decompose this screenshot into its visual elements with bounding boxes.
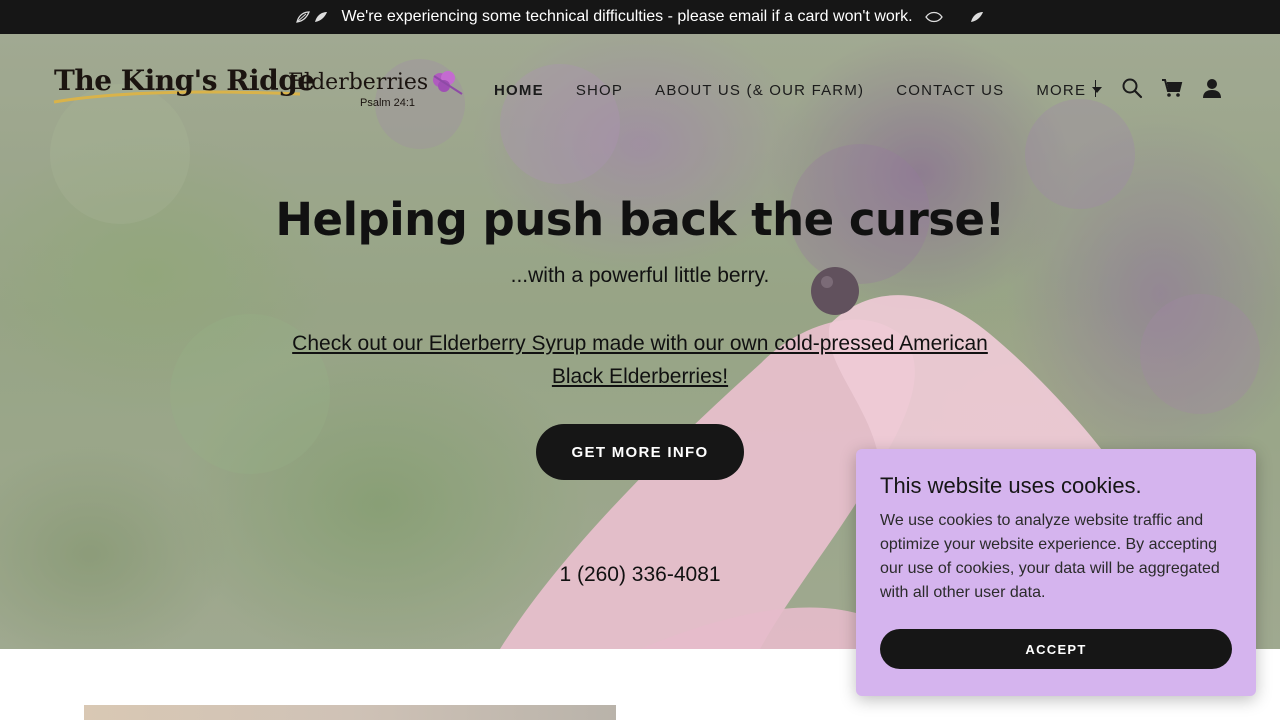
cookie-title: This website uses cookies.: [880, 473, 1142, 498]
announcement-bar: We're experiencing some technical diffic…: [0, 0, 1280, 34]
hero-subtitle: ...with a powerful little berry.: [510, 264, 770, 287]
nav-shop[interactable]: SHOP: [576, 82, 623, 99]
nav-home[interactable]: HOME: [494, 82, 544, 99]
account-icon[interactable]: [1201, 77, 1223, 99]
logo-verse: Psalm 24:1: [360, 97, 416, 109]
nav-more-label: MORE: [1036, 81, 1087, 99]
get-more-info-button[interactable]: GET MORE INFO: [536, 424, 744, 480]
nav-about[interactable]: ABOUT US (& OUR FARM): [655, 82, 864, 99]
caret-down-icon: [1092, 87, 1103, 93]
leaf-icon: [295, 10, 329, 24]
syrup-link[interactable]: Check out our Elderberry Syrup made with…: [270, 327, 1010, 393]
cookie-accept-button[interactable]: ACCEPT: [880, 629, 1232, 669]
section-image: [84, 705, 616, 720]
hero-title: Helping push back the curse!: [275, 193, 1005, 246]
nav-more[interactable]: MORE: [1036, 81, 1103, 99]
announcement-text: We're experiencing some technical diffic…: [341, 8, 913, 25]
search-icon[interactable]: [1121, 77, 1143, 99]
logo-sub-text: Elderberries: [288, 70, 429, 95]
main-nav: HOME SHOP ABOUT US (& OUR FARM) CONTACT …: [494, 80, 1134, 100]
berry-icon: [433, 71, 463, 95]
logo-main-text: The King's Ridge: [54, 64, 315, 97]
nav-contact[interactable]: CONTACT US: [896, 82, 1004, 99]
cookie-body: We use cookies to analyze website traffi…: [880, 512, 1220, 601]
site-logo[interactable]: The King's Ridge Elderberries Psalm 24:1: [52, 64, 468, 118]
leaf-icon: [969, 10, 985, 24]
nav-divider: [1095, 80, 1096, 97]
cart-icon[interactable]: [1161, 77, 1183, 99]
leaf-icon: [924, 11, 943, 23]
cookie-banner: This website uses cookies. We use cookie…: [856, 449, 1256, 696]
